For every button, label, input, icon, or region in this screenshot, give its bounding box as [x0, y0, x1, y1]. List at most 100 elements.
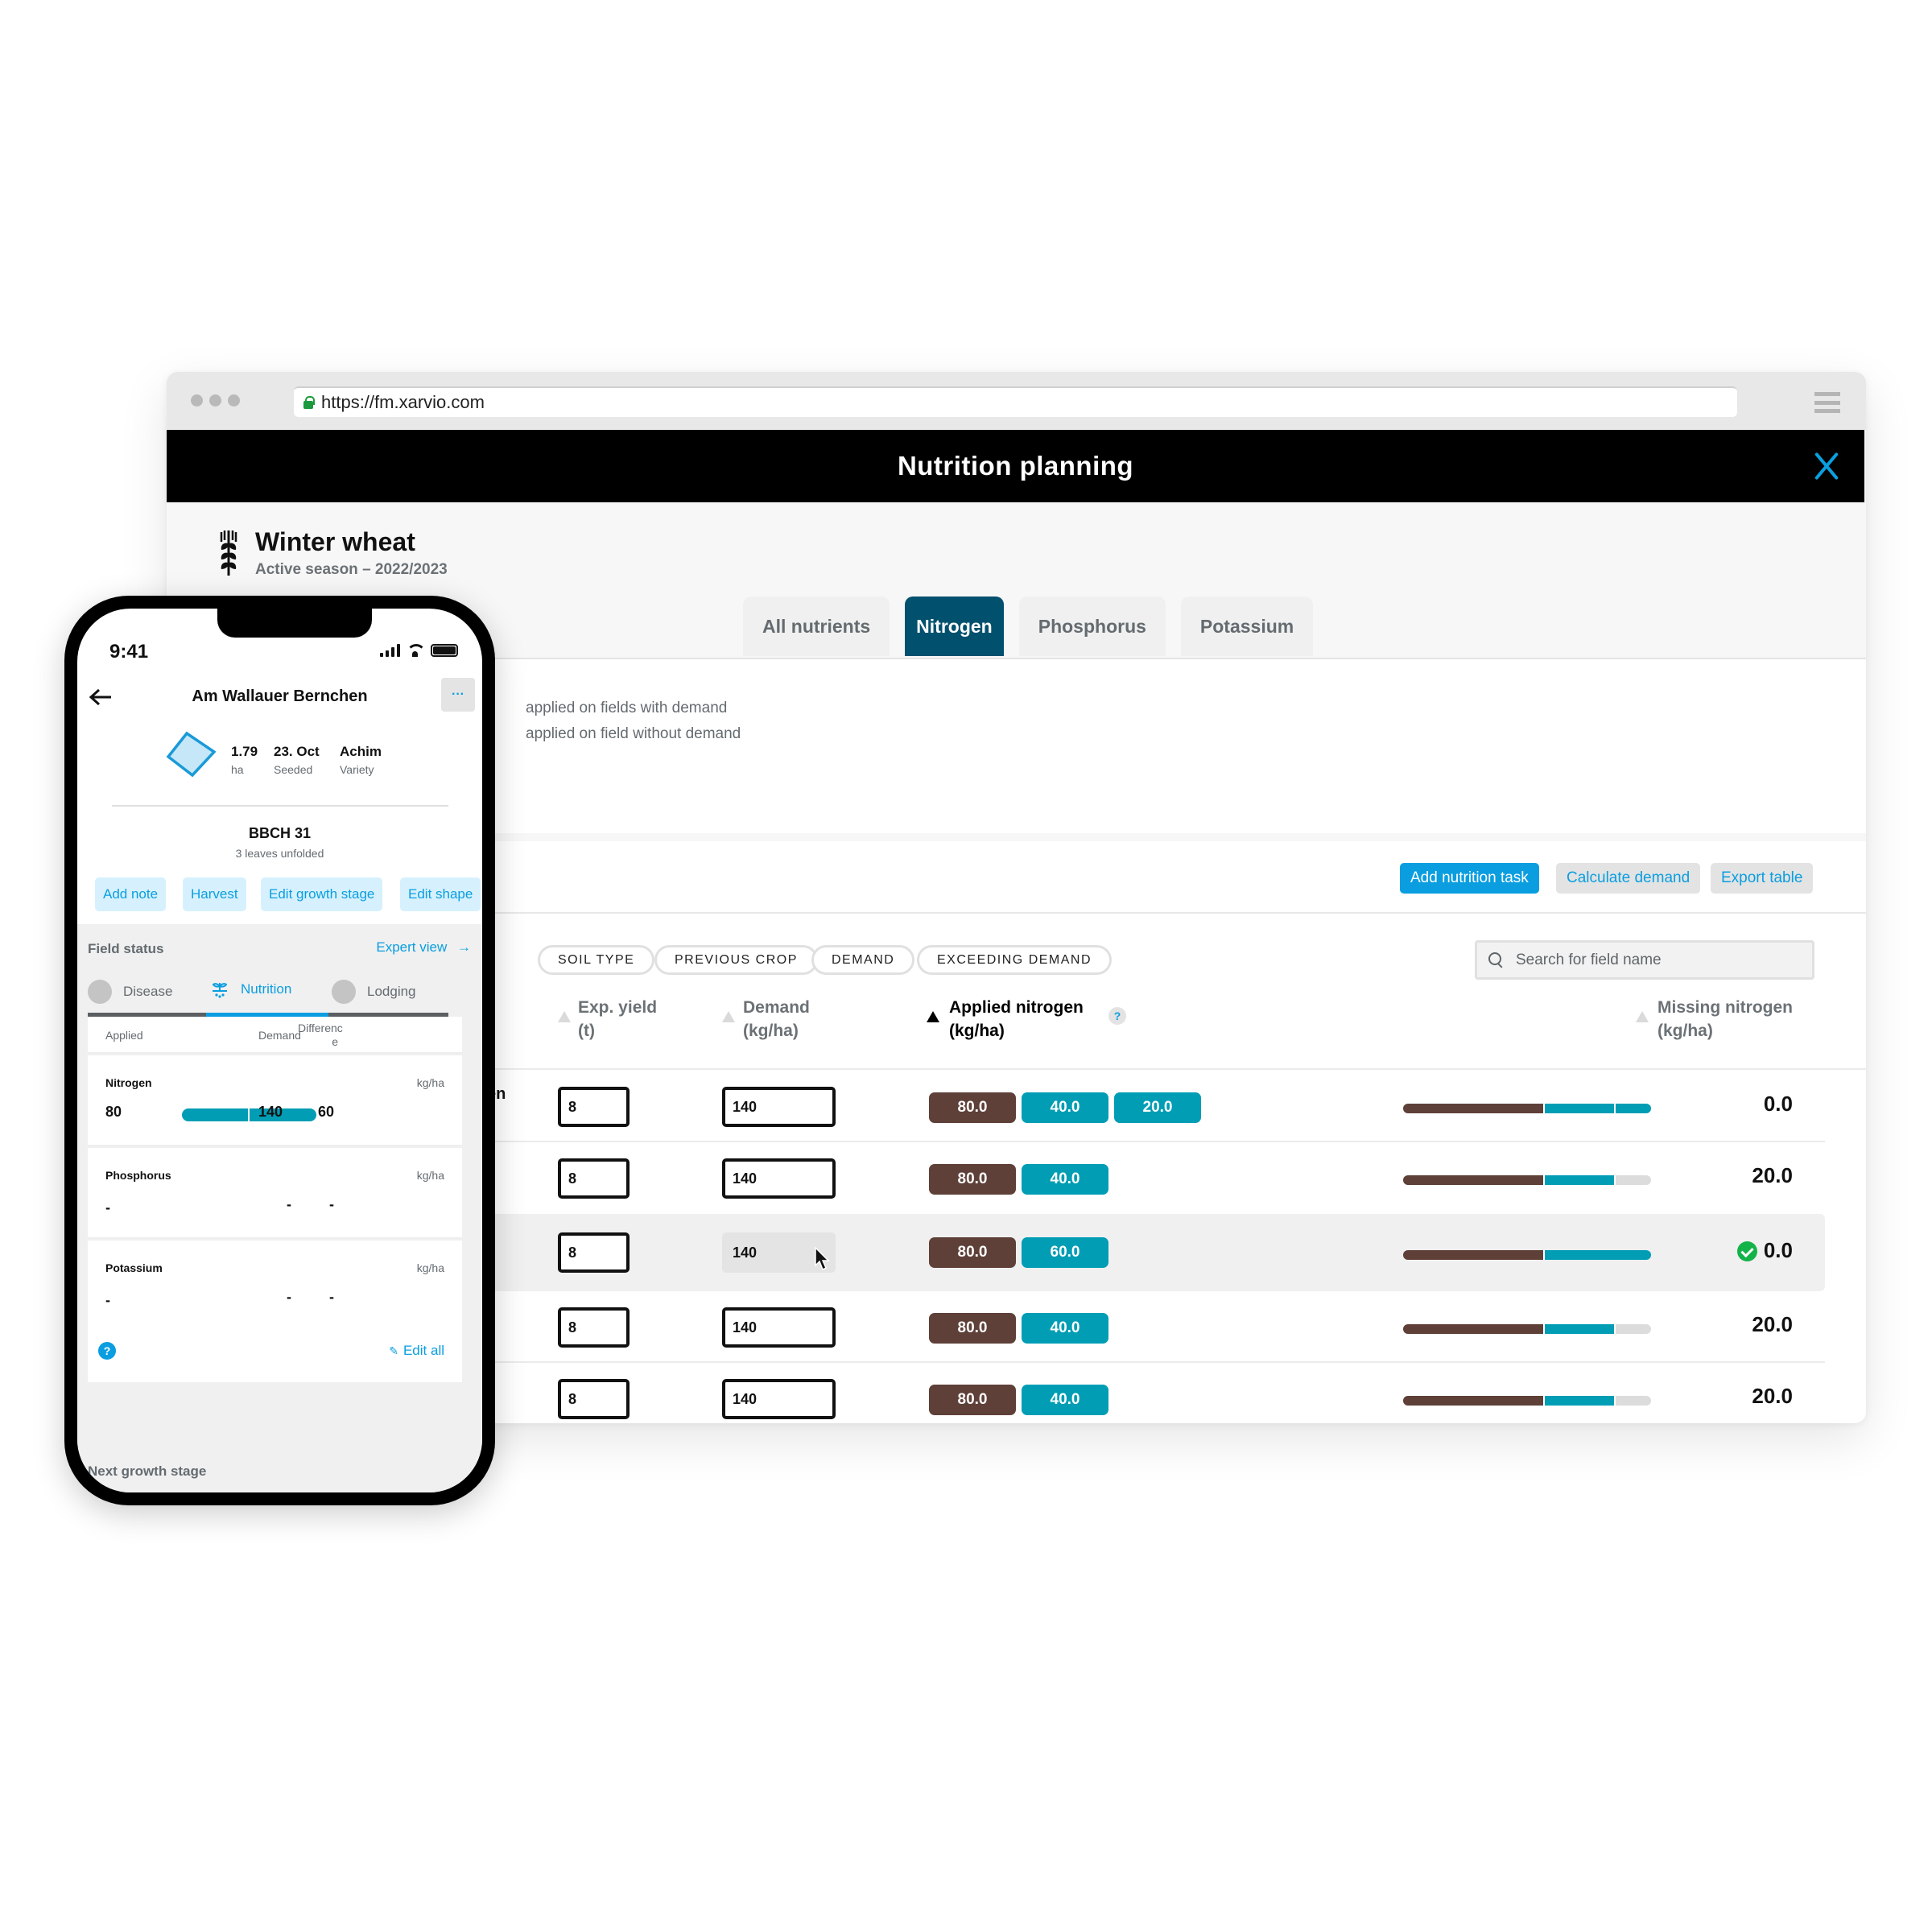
applied-pill-extra[interactable]: 20.0: [1114, 1092, 1201, 1123]
nitrogen-progress-bar: [1403, 1396, 1651, 1406]
next-growth-stage-title: Next growth stage: [88, 1463, 207, 1479]
missing-nitrogen-value: 20.0: [1752, 1312, 1793, 1336]
search-input[interactable]: [1516, 951, 1790, 969]
harvest-button[interactable]: Harvest: [183, 877, 246, 911]
window-dot-minimize[interactable]: [209, 394, 221, 407]
status-time: 9:41: [109, 641, 149, 663]
demand-input[interactable]: 140: [722, 1379, 836, 1419]
search-icon: [1488, 952, 1505, 968]
column-header-applied-nitrogen[interactable]: Applied nitrogen (kg/ha): [949, 996, 1084, 1042]
tab-potassium[interactable]: Potassium: [1180, 597, 1314, 656]
demand-input[interactable]: 140: [722, 1307, 836, 1348]
bar-segment-missing: [1616, 1396, 1651, 1406]
close-icon[interactable]: [1811, 451, 1842, 481]
bar-segment-applied: [1545, 1250, 1651, 1260]
yield-input[interactable]: 8: [558, 1087, 630, 1127]
status-tab-disease[interactable]: Disease: [88, 980, 172, 1004]
yield-input[interactable]: 8: [558, 1158, 630, 1199]
legend-with-demand: applied on fields with demand: [526, 700, 728, 716]
legend-without-demand: applied on field without demand: [526, 725, 741, 742]
applied-pill-extra[interactable]: 40.0: [1022, 1385, 1108, 1415]
sort-missing-icon[interactable]: [1636, 1011, 1649, 1022]
applied-pill-extra[interactable]: 40.0: [1022, 1092, 1108, 1123]
nitrogen-progress-bar: [1403, 1324, 1651, 1334]
applied-pill-extra[interactable]: 60.0: [1022, 1237, 1108, 1268]
url-text: https://fm.xarvio.com: [321, 392, 485, 412]
column-header-demand[interactable]: Demand (kg/ha): [743, 996, 810, 1042]
arrow-right-icon: →: [457, 939, 471, 955]
bar-segment-applied: [1545, 1396, 1616, 1406]
more-options-button[interactable]: ···: [441, 678, 475, 712]
field-area: 1.79 ha: [231, 744, 258, 776]
edit-all-button[interactable]: ✎ Edit all: [389, 1343, 444, 1359]
demand-input[interactable]: 140: [722, 1158, 836, 1199]
column-header-yield[interactable]: Exp. yield (t): [578, 996, 657, 1042]
window-dot-close[interactable]: [191, 394, 203, 407]
nitrogen-progress-bar: [1403, 1250, 1651, 1260]
applied-pill-base[interactable]: 80.0: [929, 1313, 1016, 1344]
help-icon[interactable]: ?: [98, 1342, 116, 1360]
field-seeded: 23. Oct Seeded: [274, 744, 320, 776]
applied-pill-extra[interactable]: 40.0: [1022, 1313, 1108, 1344]
column-header-missing-nitrogen[interactable]: Missing nitrogen (kg/ha): [1657, 996, 1793, 1042]
add-nutrition-task-button[interactable]: Add nutrition task: [1400, 863, 1539, 894]
bar-segment-missing: [1616, 1175, 1651, 1185]
yield-input[interactable]: 8: [558, 1379, 630, 1419]
filter-chip-exceeding-demand[interactable]: EXCEEDING DEMAND: [917, 945, 1113, 975]
filter-chip-previous-crop[interactable]: PREVIOUS CROP: [654, 945, 818, 975]
browser-menu-icon[interactable]: [1814, 392, 1840, 413]
field-title: Am Wallauer Bernchen: [192, 687, 368, 705]
bar-segment-missing: [1616, 1324, 1651, 1334]
address-bar[interactable]: https://fm.xarvio.com: [294, 386, 1737, 417]
phone-notch: [217, 609, 372, 638]
window-controls: [191, 394, 240, 407]
bar-segment-applied: [1545, 1175, 1616, 1185]
tab-all-nutrients[interactable]: All nutrients: [743, 597, 890, 656]
add-note-button[interactable]: Add note: [95, 877, 167, 911]
nutrient-row-nitrogen[interactable]: Nitrogen kg/ha 80 140 60: [88, 1055, 462, 1146]
page-title: Nutrition planning: [897, 451, 1134, 481]
lodging-icon: [332, 980, 356, 1004]
applied-pill-base[interactable]: 80.0: [929, 1237, 1016, 1268]
leaf-icon: [88, 980, 112, 1004]
status-tab-lodging[interactable]: Lodging: [332, 980, 416, 1004]
nutrient-row-potassium[interactable]: Potassium kg/ha - - - ? ✎ Edit all: [88, 1241, 462, 1382]
filter-chip-soil-type[interactable]: SOIL TYPE: [538, 945, 655, 975]
yield-input[interactable]: 8: [558, 1307, 630, 1348]
edit-growth-stage-button[interactable]: Edit growth stage: [261, 877, 383, 911]
calculate-demand-button[interactable]: Calculate demand: [1556, 863, 1701, 894]
export-table-button[interactable]: Export table: [1711, 863, 1814, 894]
applied-pill-base[interactable]: 80.0: [929, 1092, 1016, 1123]
field-search[interactable]: [1475, 940, 1814, 980]
field-status-section: Field status Expert view → Disease Nutri…: [77, 924, 482, 1492]
sort-yield-icon[interactable]: [558, 1011, 571, 1022]
growth-stage: BBCH 31: [248, 825, 312, 841]
crop-header: Winter wheat Active season – 2022/2023: [218, 527, 448, 579]
filter-chip-demand[interactable]: DEMAND: [811, 945, 915, 975]
window-dot-maximize[interactable]: [228, 394, 240, 407]
missing-nitrogen-value: 0.0: [1763, 1092, 1793, 1116]
applied-pill-extra[interactable]: 40.0: [1022, 1164, 1108, 1195]
field-variety: Achim Variety: [340, 744, 382, 776]
wheat-icon: [220, 530, 237, 576]
sort-applied-icon[interactable]: [927, 1011, 939, 1022]
bar-segment-applied: [1545, 1104, 1616, 1113]
bar-segment-applied: [1616, 1104, 1651, 1113]
bar-segment-base: [1403, 1104, 1545, 1113]
status-tab-nutrition[interactable]: Nutrition: [210, 980, 291, 999]
help-icon[interactable]: ?: [1108, 1007, 1126, 1025]
missing-nitrogen-value: 20.0: [1752, 1384, 1793, 1408]
applied-pill-base[interactable]: 80.0: [929, 1164, 1016, 1195]
phone-frame: 9:41 Am Wallauer Bernchen ··· 1.79 ha 23…: [64, 596, 495, 1505]
edit-shape-button[interactable]: Edit shape: [400, 877, 481, 911]
yield-input[interactable]: 8: [558, 1232, 630, 1273]
demand-input[interactable]: 140: [722, 1087, 836, 1127]
nutrient-row-phosphorus[interactable]: Phosphorus kg/ha - - -: [88, 1148, 462, 1239]
tab-phosphorus[interactable]: Phosphorus: [1018, 597, 1166, 656]
tab-nitrogen[interactable]: Nitrogen: [905, 597, 1004, 656]
applied-pill-base[interactable]: 80.0: [929, 1385, 1016, 1415]
nitrogen-progress-bar: [182, 1108, 316, 1121]
expert-view-link[interactable]: Expert view →: [376, 939, 471, 956]
sort-demand-icon[interactable]: [722, 1011, 735, 1022]
lock-icon: [303, 396, 315, 409]
